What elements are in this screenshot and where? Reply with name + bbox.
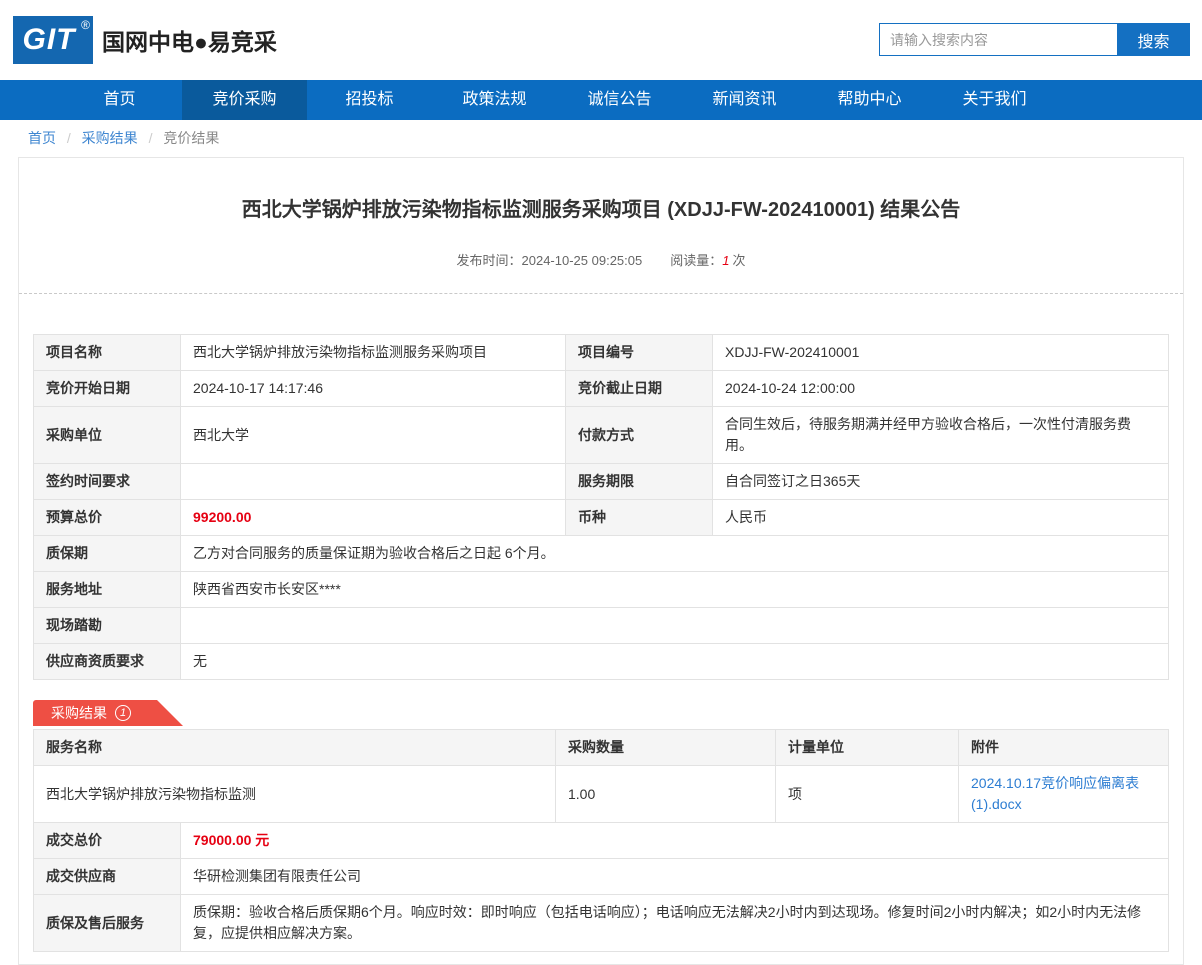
table-row: 西北大学锅炉排放污染物指标监测 1.00 项 2024.10.17竞价响应偏离表… — [33, 765, 1169, 823]
table-row: 质保及售后服务 质保期：验收合格后质保期6个月。响应时效：即时响应（包括电话响应… — [33, 894, 1169, 952]
value-payment-method: 合同生效后，待服务期满并经甲方验收合格后，一次性付清服务费用。 — [712, 406, 1169, 464]
nav-item-bidding-purchase[interactable]: 竞价采购 — [182, 80, 307, 120]
search-button[interactable]: 搜索 — [1117, 23, 1190, 56]
label-service-period: 服务期限 — [565, 463, 713, 500]
main-nav: 首页 竞价采购 招投标 政策法规 诚信公告 新闻资讯 帮助中心 关于我们 — [0, 80, 1202, 120]
value-winning-supplier: 华研检测集团有限责任公司 — [180, 858, 1169, 895]
breadcrumb-home[interactable]: 首页 — [28, 130, 56, 146]
label-warranty-period: 质保期 — [33, 535, 181, 572]
badge-count: 1 — [115, 705, 131, 721]
value-warranty-period: 乙方对合同服务的质量保证期为验收合格后之日起 6个月。 — [180, 535, 1169, 572]
site-logo[interactable]: GIT ® — [13, 16, 93, 64]
nav-item-about-us[interactable]: 关于我们 — [932, 80, 1057, 120]
table-row: 现场踏勘 — [33, 607, 1169, 644]
nav-item-policy[interactable]: 政策法规 — [432, 80, 557, 120]
label-payment-method: 付款方式 — [565, 406, 713, 464]
label-project-code: 项目编号 — [565, 334, 713, 371]
dashed-divider — [19, 293, 1183, 294]
procurement-result-badge: 采购结果 1 — [33, 700, 183, 726]
breadcrumb-separator: / — [148, 130, 153, 146]
table-row: 预算总价 99200.00 币种 人民币 — [33, 499, 1169, 536]
value-site-survey — [180, 607, 1169, 644]
value-bid-start-date: 2024-10-17 14:17:46 — [180, 370, 566, 407]
label-purchaser: 采购单位 — [33, 406, 181, 464]
label-service-address: 服务地址 — [33, 571, 181, 608]
label-bid-end-date: 竞价截止日期 — [565, 370, 713, 407]
value-bid-end-date: 2024-10-24 12:00:00 — [712, 370, 1169, 407]
label-project-name: 项目名称 — [33, 334, 181, 371]
value-quantity: 1.00 — [555, 765, 776, 823]
table-row: 项目名称 西北大学锅炉排放污染物指标监测服务采购项目 项目编号 XDJJ-FW-… — [33, 334, 1169, 371]
label-currency: 币种 — [565, 499, 713, 536]
value-currency: 人民币 — [712, 499, 1169, 536]
th-attachment: 附件 — [958, 729, 1169, 766]
attachment-cell: 2024.10.17竞价响应偏离表(1).docx — [958, 765, 1169, 823]
value-purchaser: 西北大学 — [180, 406, 566, 464]
site-title: 国网中电●易竞采 — [102, 29, 277, 55]
value-service-period: 自合同签订之日365天 — [712, 463, 1169, 500]
label-signing-time-requirement: 签约时间要求 — [33, 463, 181, 500]
label-supplier-qualification: 供应商资质要求 — [33, 643, 181, 680]
table-header-row: 服务名称 采购数量 计量单位 附件 — [33, 729, 1169, 766]
value-deal-total-price: 79000.00 元 — [180, 822, 1169, 859]
value-unit: 项 — [775, 765, 959, 823]
label-warranty-service: 质保及售后服务 — [33, 894, 181, 952]
publish-info: 发布时间：2024-10-25 09:25:05 阅读量：1 次 — [33, 250, 1169, 269]
breadcrumb-procurement-results[interactable]: 采购结果 — [82, 130, 138, 146]
nav-item-integrity-notice[interactable]: 诚信公告 — [557, 80, 682, 120]
breadcrumb-bidding-results: 竞价结果 — [163, 130, 220, 146]
page-title: 西北大学锅炉排放污染物指标监测服务采购项目 (XDJJ-FW-202410001… — [241, 199, 961, 221]
publish-time: 2024-10-25 09:25:05 — [521, 253, 643, 268]
views-count: 1 — [722, 253, 730, 268]
value-service-address: 陕西省西安市长安区**** — [180, 571, 1169, 608]
views-label: 阅读量： — [670, 253, 723, 268]
publish-time-label: 发布时间： — [456, 253, 522, 268]
top-header: GIT ® 国网中电●易竞采 搜索 — [0, 0, 1202, 80]
table-row: 成交总价 79000.00 元 — [33, 822, 1169, 859]
table-row: 供应商资质要求 无 — [33, 643, 1169, 680]
table-row: 采购单位 西北大学 付款方式 合同生效后，待服务期满并经甲方验收合格后，一次性付… — [33, 406, 1169, 464]
th-unit: 计量单位 — [775, 729, 959, 766]
nav-item-home[interactable]: 首页 — [57, 80, 182, 120]
nav-item-tender[interactable]: 招投标 — [307, 80, 432, 120]
table-row: 质保期 乙方对合同服务的质量保证期为验收合格后之日起 6个月。 — [33, 535, 1169, 572]
label-site-survey: 现场踏勘 — [33, 607, 181, 644]
value-project-name: 西北大学锅炉排放污染物指标监测服务采购项目 — [180, 334, 566, 371]
search-input[interactable] — [879, 23, 1117, 56]
label-bid-start-date: 竞价开始日期 — [33, 370, 181, 407]
value-warranty-service: 质保期：验收合格后质保期6个月。响应时效：即时响应（包括电话响应）；电话响应无法… — [180, 894, 1169, 952]
table-row: 竞价开始日期 2024-10-17 14:17:46 竞价截止日期 2024-1… — [33, 370, 1169, 407]
attachment-link[interactable]: 2024.10.17竞价响应偏离表(1).docx — [971, 775, 1139, 812]
badge-label: 采购结果 — [51, 705, 107, 721]
th-service-name: 服务名称 — [33, 729, 556, 766]
table-row: 成交供应商 华研检测集团有限责任公司 — [33, 858, 1169, 895]
procurement-result-table: 服务名称 采购数量 计量单位 附件 西北大学锅炉排放污染物指标监测 1.00 项… — [33, 729, 1169, 952]
table-row: 服务地址 陕西省西安市长安区**** — [33, 571, 1169, 608]
value-budget-total: 99200.00 — [180, 499, 566, 536]
value-service-name: 西北大学锅炉排放污染物指标监测 — [33, 765, 556, 823]
breadcrumb-separator: / — [66, 130, 71, 146]
value-project-code: XDJJ-FW-202410001 — [712, 334, 1169, 371]
logo-text: GIT — [22, 23, 76, 56]
table-row: 签约时间要求 服务期限 自合同签订之日365天 — [33, 463, 1169, 500]
nav-item-help-center[interactable]: 帮助中心 — [807, 80, 932, 120]
label-winning-supplier: 成交供应商 — [33, 858, 181, 895]
nav-item-news[interactable]: 新闻资讯 — [682, 80, 807, 120]
value-supplier-qualification: 无 — [180, 643, 1169, 680]
breadcrumb: 首页 / 采购结果 / 竞价结果 — [0, 120, 1202, 157]
project-info-table: 项目名称 西北大学锅炉排放污染物指标监测服务采购项目 项目编号 XDJJ-FW-… — [33, 334, 1169, 680]
label-budget-total: 预算总价 — [33, 499, 181, 536]
content-card: 西北大学锅炉排放污染物指标监测服务采购项目 (XDJJ-FW-202410001… — [18, 157, 1184, 965]
search-area: 搜索 — [879, 23, 1190, 56]
th-quantity: 采购数量 — [555, 729, 776, 766]
value-signing-time-requirement — [180, 463, 566, 500]
views-unit: 次 — [732, 253, 746, 268]
label-deal-total-price: 成交总价 — [33, 822, 181, 859]
registered-trademark-icon: ® — [81, 18, 90, 32]
